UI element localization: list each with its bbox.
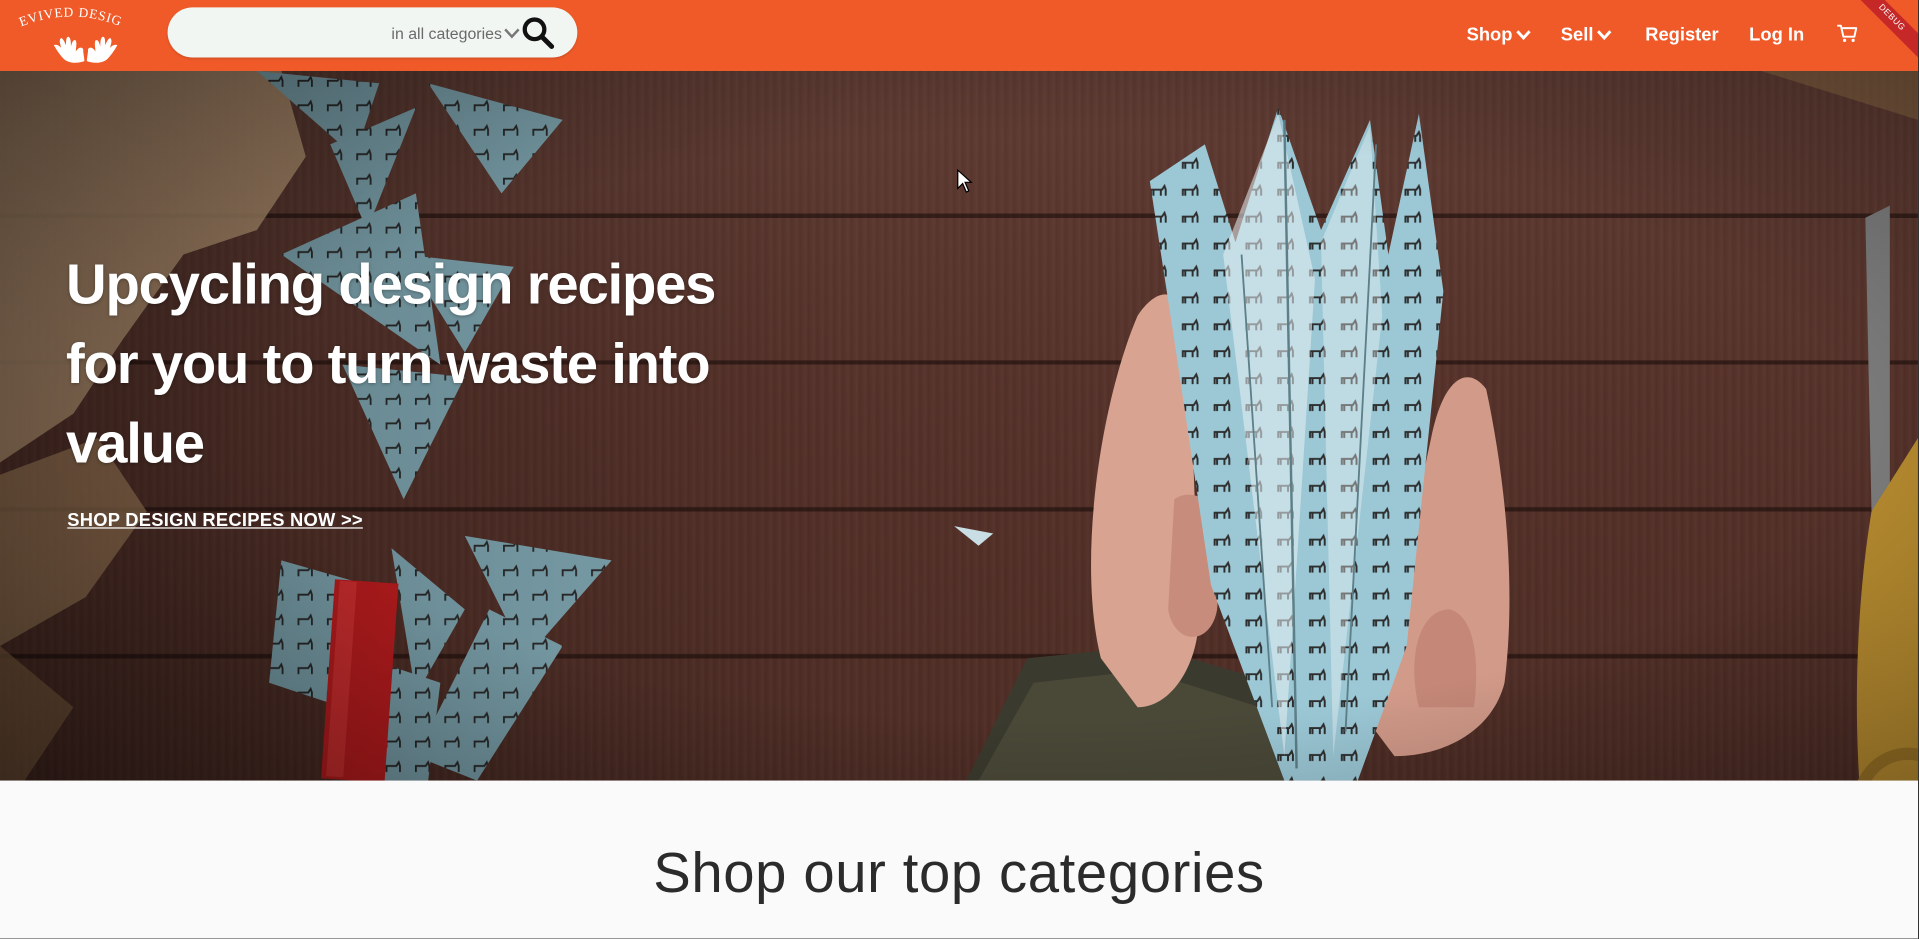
nav-sell-label: Sell (1560, 23, 1594, 45)
top-categories-section: Shop our top categories (0, 780, 1918, 939)
section-title: Shop our top categories (653, 840, 1265, 905)
search-input[interactable] (187, 15, 388, 51)
shop-design-recipes-link[interactable]: SHOP DESIGN RECIPES NOW >> (67, 510, 363, 531)
search-bar: in all categories (167, 7, 578, 58)
nav-shop-label: Shop (1466, 23, 1513, 45)
site-logo[interactable]: REVIVED DESIGN (10, 5, 132, 66)
hands-logo-icon (53, 36, 118, 63)
logo-wordmark: REVIVED DESIGN (10, 5, 124, 29)
cart-icon[interactable] (1836, 22, 1858, 44)
hero-title: Upcycling design recipes for you to turn… (66, 252, 716, 475)
mouse-cursor-icon (957, 168, 973, 193)
search-icon[interactable] (521, 16, 555, 50)
chevron-down-icon (504, 28, 520, 39)
category-select-label: in all categories (391, 23, 502, 43)
top-navbar: REVIVED DESIGN in all categories Shop Se (0, 0, 1918, 71)
chevron-down-icon (1515, 29, 1531, 40)
nav-login[interactable]: Log In (1749, 22, 1804, 46)
nav-sell[interactable]: Sell (1561, 22, 1612, 46)
category-select[interactable]: in all categories (391, 20, 521, 47)
nav-shop[interactable]: Shop (1467, 22, 1531, 46)
hero-banner: Upcycling design recipes for you to turn… (0, 70, 1918, 781)
app-viewport: REVIVED DESIGN in all categories Shop Se (0, 0, 1918, 939)
svg-text:REVIVED DESIGN: REVIVED DESIGN (10, 5, 124, 29)
chevron-down-icon (1596, 29, 1612, 40)
nav-register[interactable]: Register (1645, 22, 1718, 46)
